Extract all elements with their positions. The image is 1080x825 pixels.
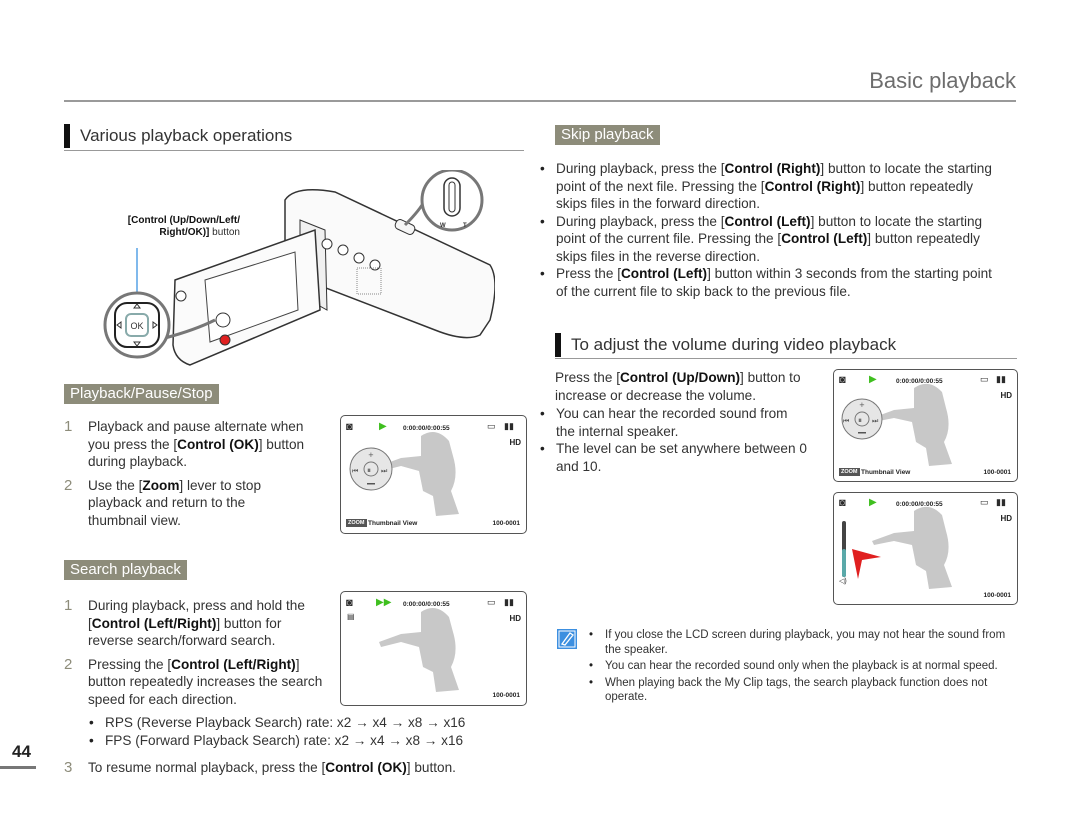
- section-title-various: Various playback operations: [64, 124, 292, 148]
- ok-label: OK: [131, 321, 144, 331]
- lcd-screen-search: ◙ ▤ ▶▶ 0:00:00/0:00:55 ▭ ▮▮ HD 100-0001: [340, 591, 527, 706]
- svg-text:⏭: ⏭: [872, 417, 879, 425]
- skater-silhouette: [872, 383, 952, 466]
- card-icon: ▭: [980, 374, 989, 384]
- section-rule: [555, 358, 1017, 359]
- svg-text:⏮: ⏮: [352, 467, 358, 475]
- hd-badge: HD: [509, 438, 521, 447]
- camcorder-illustration: W T OK: [103, 170, 495, 366]
- volume-bullet: The level can be set anywhere between 0 …: [537, 440, 807, 475]
- record-button: [219, 334, 231, 346]
- file-number: 100-0001: [492, 520, 520, 527]
- svg-text:⏸: ⏸: [858, 416, 862, 425]
- hd-badge: HD: [509, 614, 521, 623]
- note-item: When playing back the My Clip tags, the …: [586, 676, 1006, 705]
- search-step-2: 2 Pressing the [Control (Left/Right)] bu…: [64, 655, 323, 707]
- file-number: 100-0001: [492, 692, 520, 699]
- note-item: If you close the LCD screen during playb…: [586, 628, 1006, 657]
- notes-list: If you close the LCD screen during playb…: [586, 628, 1006, 705]
- battery-icon: ▮▮: [996, 374, 1006, 384]
- skip-bullet: Press the [Control (Left)] button within…: [537, 265, 1007, 300]
- search-step-3: 3 To resume normal playback, press the […: [64, 759, 456, 776]
- playback-control-dial[interactable]: ⏸ ⏮ ⏭ +: [348, 446, 394, 492]
- battery-icon: ▮▮: [504, 597, 514, 607]
- thumbnail-view-label: Thumbnail View: [368, 520, 418, 527]
- lcd-screen-volume-2: ◙ ▶ 0:00:00/0:00:55 ▭ ▮▮ HD ◁) 100-0001: [833, 492, 1018, 605]
- thumbnail-view-label: Thumbnail View: [861, 469, 911, 476]
- w-label: W: [440, 223, 446, 229]
- rps-rate: RPS (Reverse Playback Search) rate: x2 →…: [86, 714, 526, 732]
- pps-step-2: 2 Use the [Zoom] lever to stop playback …: [64, 476, 262, 528]
- pps-step-1: 1 Playback and pause alternate when you …: [64, 418, 305, 469]
- tag-playback-pause-stop: Playback/Pause/Stop: [64, 384, 219, 404]
- battery-icon: ▮▮: [504, 421, 514, 431]
- svg-text:+: +: [859, 401, 865, 409]
- time-counter: 0:00:00/0:00:55: [403, 601, 450, 608]
- skip-bullet: During playback, press the [Control (Lef…: [537, 213, 1007, 266]
- card-icon: ▭: [487, 597, 496, 607]
- skater-silhouette: [872, 506, 952, 589]
- lcd-screen-playback: ◙ ▶ 0:00:00/0:00:55 ▭ ▮▮ HD ⏸ ⏮ ⏭ + ZOOM…: [340, 415, 527, 534]
- playback-mode-icon: ◙: [346, 421, 353, 433]
- file-number: 100-0001: [983, 469, 1011, 476]
- time-counter: 0:00:00/0:00:55: [896, 501, 943, 508]
- zoom-badge: ZOOM: [839, 468, 860, 476]
- volume-level-fill: [842, 549, 846, 577]
- tag-skip-playback: Skip playback: [555, 125, 660, 145]
- battery-icon: ▮▮: [996, 497, 1006, 507]
- svg-text:⏮: ⏮: [843, 417, 849, 425]
- zoom-badge: ZOOM: [346, 519, 367, 527]
- search-rate-list: RPS (Reverse Playback Search) rate: x2 →…: [86, 714, 526, 749]
- playback-mode-icon: ◙: [839, 374, 846, 386]
- skater-silhouette: [379, 608, 459, 692]
- card-icon: ▭: [487, 421, 496, 431]
- note-item: You can hear the recorded sound only whe…: [586, 659, 1006, 674]
- volume-list: You can hear the recorded sound from the…: [537, 405, 807, 475]
- playback-mode-icon: ◙: [839, 497, 846, 509]
- search-steps: 1 During playback, press and hold the [C…: [64, 597, 339, 708]
- skip-playback-list: During playback, press the [Control (Rig…: [537, 160, 1007, 300]
- section-rule: [64, 150, 524, 151]
- lcd-screen-volume-1: ◙ ▶ 0:00:00/0:00:55 ▭ ▮▮ HD ⏸ ⏮ ⏭ + ZOOM…: [833, 369, 1018, 482]
- volume-intro: Press the [Control (Up/Down)] button to …: [555, 370, 801, 403]
- playback-mode-icon: ◙: [346, 597, 353, 609]
- note-icon: [557, 629, 577, 649]
- play-icon: ▶: [869, 374, 877, 385]
- page-number: 44: [12, 742, 31, 761]
- svg-text:+: +: [368, 451, 374, 459]
- play-icon: ▶: [869, 497, 877, 508]
- menu-button: [175, 290, 187, 302]
- page-title: Basic playback: [869, 68, 1016, 93]
- hd-badge: HD: [1000, 514, 1012, 523]
- playback-control-dial[interactable]: ⏸ ⏮ ⏭ +: [840, 397, 884, 441]
- hd-badge: HD: [1000, 391, 1012, 400]
- section-title-volume: To adjust the volume during video playba…: [555, 333, 896, 357]
- skip-bullet: During playback, press the [Control (Rig…: [537, 160, 1007, 213]
- volume-slider[interactable]: [842, 521, 846, 577]
- svg-text:⏸: ⏸: [367, 466, 371, 475]
- page-number-rule: [0, 766, 36, 769]
- pps-steps: 1 Playback and pause alternate when you …: [64, 418, 339, 529]
- speaker-icon: ◁): [839, 578, 847, 585]
- fast-forward-search-icon: ▶▶: [376, 597, 392, 608]
- lcd-control-button: [215, 312, 231, 328]
- fps-rate: FPS (Forward Playback Search) rate: x2 →…: [86, 732, 526, 750]
- search-step-1: 1 During playback, press and hold the [C…: [64, 597, 305, 648]
- volume-bullet: You can hear the recorded sound from the…: [537, 405, 807, 440]
- title-divider: [64, 100, 1016, 102]
- t-label: T: [463, 223, 467, 229]
- image-quality-icon: ▤: [347, 612, 355, 621]
- tag-search-playback: Search playback: [64, 560, 187, 580]
- time-counter: 0:00:00/0:00:55: [403, 425, 450, 432]
- time-counter: 0:00:00/0:00:55: [896, 378, 943, 385]
- file-number: 100-0001: [983, 592, 1011, 599]
- card-icon: ▭: [980, 497, 989, 507]
- svg-text:⏭: ⏭: [381, 467, 388, 475]
- pointer-arrow-icon: [852, 549, 881, 579]
- play-icon: ▶: [379, 421, 387, 432]
